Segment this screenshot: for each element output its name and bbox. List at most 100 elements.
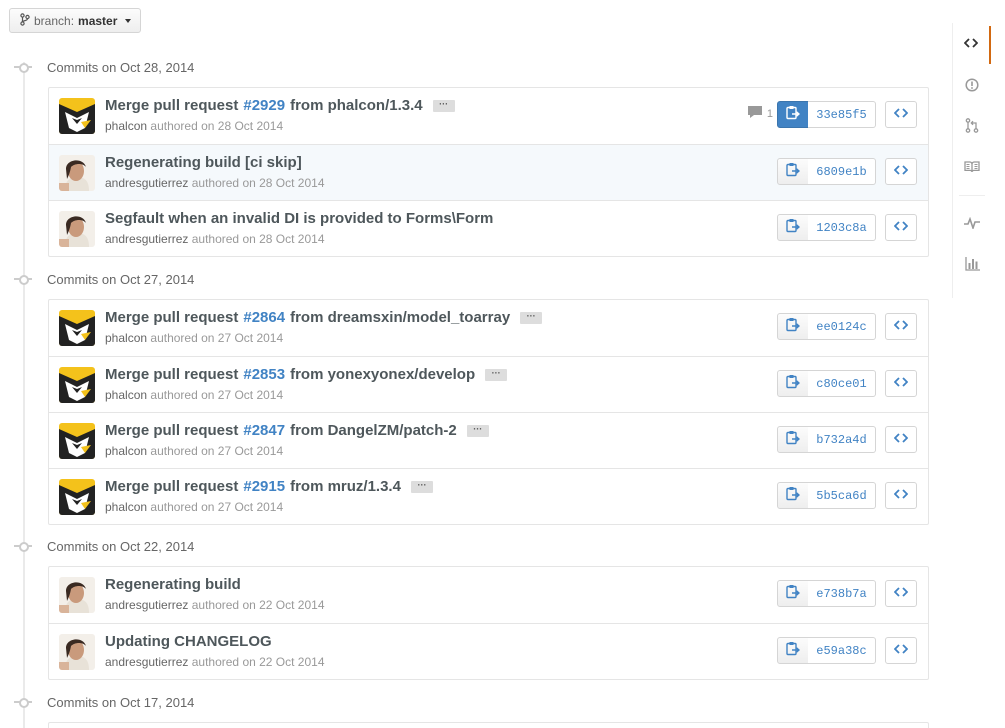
code-icon	[893, 163, 909, 181]
commit-group-date: Commits on Oct 27, 2014	[47, 271, 195, 287]
pull-request-link[interactable]: #2847	[243, 422, 285, 439]
clipboard-icon	[786, 486, 801, 506]
copy-sha-button[interactable]	[777, 214, 809, 241]
commit-author[interactable]: phalcon	[105, 444, 147, 458]
commit-author[interactable]: andresgutierrez	[105, 655, 188, 669]
commit-author[interactable]: phalcon	[105, 388, 147, 402]
commit-message-text[interactable]: Regenerating build [ci skip]	[105, 154, 302, 171]
copy-sha-button[interactable]	[777, 426, 809, 453]
clipboard-icon	[786, 218, 801, 238]
pull-request-link[interactable]: #2864	[243, 309, 285, 326]
repo-nav-code[interactable]	[953, 26, 991, 64]
clipboard-icon	[786, 430, 801, 450]
graphs-icon	[964, 256, 980, 276]
copy-sha-button[interactable]	[777, 580, 809, 607]
pull-request-link[interactable]: #2915	[243, 478, 285, 495]
commit-message-text[interactable]: Segfault when an invalid DI is provided …	[105, 210, 493, 227]
commit-sha-link[interactable]: 1203c8a	[808, 214, 876, 241]
commit-author[interactable]: phalcon	[105, 331, 147, 345]
commit-sha-link[interactable]: 33e85f5	[808, 101, 876, 128]
commit-group-title: Commits on Oct 28, 2014	[14, 58, 194, 76]
commit-message-suffix[interactable]: from phalcon/1.3.4	[290, 97, 423, 114]
commit-title: Merge pull request #2915 from mruz/1.3.4 ··…	[105, 478, 433, 495]
copy-sha-button[interactable]	[777, 370, 809, 397]
commit-sha-link[interactable]: e738b7a	[808, 580, 876, 607]
commit-message-suffix[interactable]: from dreamsxin/model_toarray	[290, 309, 510, 326]
commit-sha-link[interactable]: 5b5ca6d	[808, 482, 876, 509]
browse-code-button[interactable]	[885, 580, 917, 607]
author-avatar[interactable]	[59, 98, 95, 134]
author-avatar[interactable]	[59, 634, 95, 670]
commit-author[interactable]: andresgutierrez	[105, 232, 188, 246]
expand-description-button[interactable]: ···	[520, 311, 543, 324]
author-avatar[interactable]	[59, 479, 95, 515]
author-avatar[interactable]	[59, 367, 95, 403]
code-icon	[893, 431, 909, 449]
branch-selector-button[interactable]: branch: master	[9, 8, 142, 33]
commit-message-suffix[interactable]: from yonexyonex/develop	[290, 366, 475, 383]
commit-list: Merge pull request #2929 from phalcon/1.3.…	[48, 87, 929, 257]
commit-sha-link[interactable]: b732a4d	[808, 426, 876, 453]
browse-code-button[interactable]	[885, 482, 917, 509]
commit-message-text[interactable]: Merge pull request	[105, 309, 238, 326]
browse-code-button[interactable]	[885, 426, 917, 453]
commit-sha-link[interactable]: ee0124c	[808, 313, 876, 340]
commit-message-text[interactable]: Merge pull request	[105, 422, 238, 439]
copy-sha-button[interactable]	[777, 101, 809, 128]
expand-description-button[interactable]: ···	[466, 424, 489, 437]
repo-nav-pull-request[interactable]	[953, 109, 991, 147]
commit-sha-link[interactable]: c80ce01	[808, 370, 876, 397]
copy-sha-button[interactable]	[777, 313, 809, 340]
repo-nav-pulse[interactable]	[953, 206, 991, 244]
commit-authored-date: authored on 27 Oct 2014	[150, 500, 284, 514]
commit-message-text[interactable]: Merge pull request	[105, 478, 238, 495]
author-avatar[interactable]	[59, 155, 95, 191]
expand-description-button[interactable]: ···	[410, 480, 433, 493]
wiki-icon	[964, 160, 980, 178]
commit-sha-link[interactable]: 6809e1b	[808, 158, 876, 185]
browse-code-button[interactable]	[885, 313, 917, 340]
code-icon	[893, 487, 909, 505]
browse-code-button[interactable]	[885, 214, 917, 241]
browse-code-button[interactable]	[885, 370, 917, 397]
clipboard-icon	[786, 105, 801, 125]
commit-authored-date: authored on 27 Oct 2014	[150, 331, 284, 345]
commit-meta: phalcon authored on 27 Oct 2014	[105, 500, 283, 514]
commit-title: Merge pull request #2847 from DangelZM/pat…	[105, 422, 489, 439]
browse-code-button[interactable]	[885, 158, 917, 185]
pull-request-link[interactable]: #2929	[243, 97, 285, 114]
author-avatar[interactable]	[59, 211, 95, 247]
commit-message-text[interactable]: Regenerating build	[105, 576, 241, 593]
commit-author[interactable]: phalcon	[105, 500, 147, 514]
commit-message-suffix[interactable]: from mruz/1.3.4	[290, 478, 401, 495]
author-avatar[interactable]	[59, 423, 95, 459]
commit-author[interactable]: phalcon	[105, 119, 147, 133]
pull-request-link[interactable]: #2853	[243, 366, 285, 383]
commit-group-date: Commits on Oct 28, 2014	[47, 59, 195, 75]
commit-meta: andresgutierrez authored on 22 Oct 2014	[105, 598, 325, 612]
commit-author[interactable]: andresgutierrez	[105, 176, 188, 190]
commit-author[interactable]: andresgutierrez	[105, 598, 188, 612]
repo-nav-wiki[interactable]	[953, 150, 991, 188]
commit-message-text[interactable]: Merge pull request	[105, 97, 238, 114]
expand-description-button[interactable]: ···	[485, 368, 508, 381]
commit-sha-link[interactable]: e59a38c	[808, 637, 876, 664]
copy-sha-button[interactable]	[777, 482, 809, 509]
expand-description-button[interactable]: ···	[432, 99, 455, 112]
commit-message-suffix[interactable]: from DangelZM/patch-2	[290, 422, 457, 439]
commit-meta: andresgutierrez authored on 28 Oct 2014	[105, 176, 325, 190]
author-avatar[interactable]	[59, 577, 95, 613]
commit-message-text[interactable]: Merge pull request	[105, 366, 238, 383]
copy-sha-button[interactable]	[777, 158, 809, 185]
author-avatar[interactable]	[59, 310, 95, 346]
commit-list: Merge pull request #2864 from dreamsxin/mo…	[48, 299, 929, 525]
code-icon	[893, 219, 909, 237]
commit-comments[interactable]: 1	[747, 105, 773, 122]
repo-nav-graphs[interactable]	[953, 247, 991, 285]
commit-message-text[interactable]: Updating CHANGELOG	[105, 633, 272, 650]
copy-sha-button[interactable]	[777, 637, 809, 664]
commit-meta: andresgutierrez authored on 22 Oct 2014	[105, 655, 325, 669]
repo-nav-issue[interactable]	[953, 68, 991, 106]
browse-code-button[interactable]	[885, 101, 917, 128]
browse-code-button[interactable]	[885, 637, 917, 664]
